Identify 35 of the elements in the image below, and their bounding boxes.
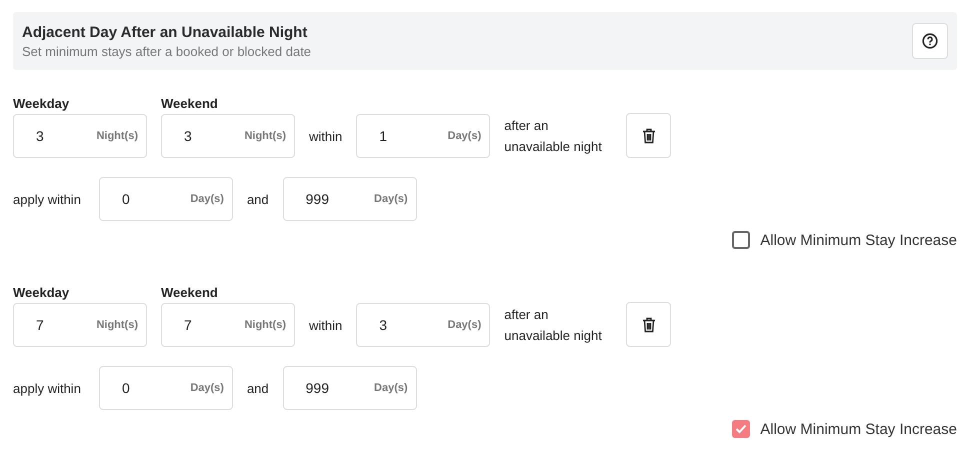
field-label: Weekday <box>13 96 70 111</box>
number-field[interactable]: 1 Day(s) <box>356 114 490 158</box>
check-icon <box>735 424 748 434</box>
field-label: Weekend <box>161 285 219 300</box>
after-text: after an unavailable night <box>504 117 603 156</box>
section-title: Adjacent Day After an Unavailable Night <box>22 24 308 40</box>
and-label: and <box>246 190 269 208</box>
checkbox[interactable] <box>732 231 750 249</box>
after-text: after an unavailable night <box>504 306 603 345</box>
checkbox-label[interactable]: Allow Minimum Stay Increase <box>760 232 957 248</box>
section-subtitle: Set minimum stays after a booked or blocked date <box>22 44 312 58</box>
number-field[interactable]: 7 Night(s) <box>161 303 295 347</box>
help-icon <box>922 33 938 49</box>
number-field[interactable]: 999 Day(s) <box>282 366 417 410</box>
checkbox[interactable] <box>732 420 750 438</box>
number-field[interactable]: 3 Day(s) <box>356 303 490 347</box>
delete-button[interactable] <box>626 113 672 158</box>
checkbox-label[interactable]: Allow Minimum Stay Increase <box>760 420 957 438</box>
delete-button[interactable] <box>626 302 672 347</box>
number-field[interactable]: 3 Night(s) <box>13 114 147 158</box>
help-button[interactable] <box>912 23 948 59</box>
apply-within-label: apply within <box>13 190 81 209</box>
number-field[interactable]: 3 Night(s) <box>161 114 295 158</box>
trash-icon <box>642 316 656 332</box>
apply-within-label: apply within <box>13 380 81 398</box>
within-label: within <box>309 128 342 146</box>
number-field[interactable]: 0 Day(s) <box>98 366 233 410</box>
number-field[interactable]: 999 Day(s) <box>282 177 417 221</box>
field-label: Weekend <box>161 96 219 111</box>
trash-icon <box>642 128 656 144</box>
and-label: and <box>246 380 269 398</box>
within-label: within <box>309 316 342 334</box>
number-field[interactable]: 0 Day(s) <box>98 177 233 221</box>
field-label: Weekday <box>13 285 70 300</box>
number-field[interactable]: 7 Night(s) <box>13 303 147 347</box>
